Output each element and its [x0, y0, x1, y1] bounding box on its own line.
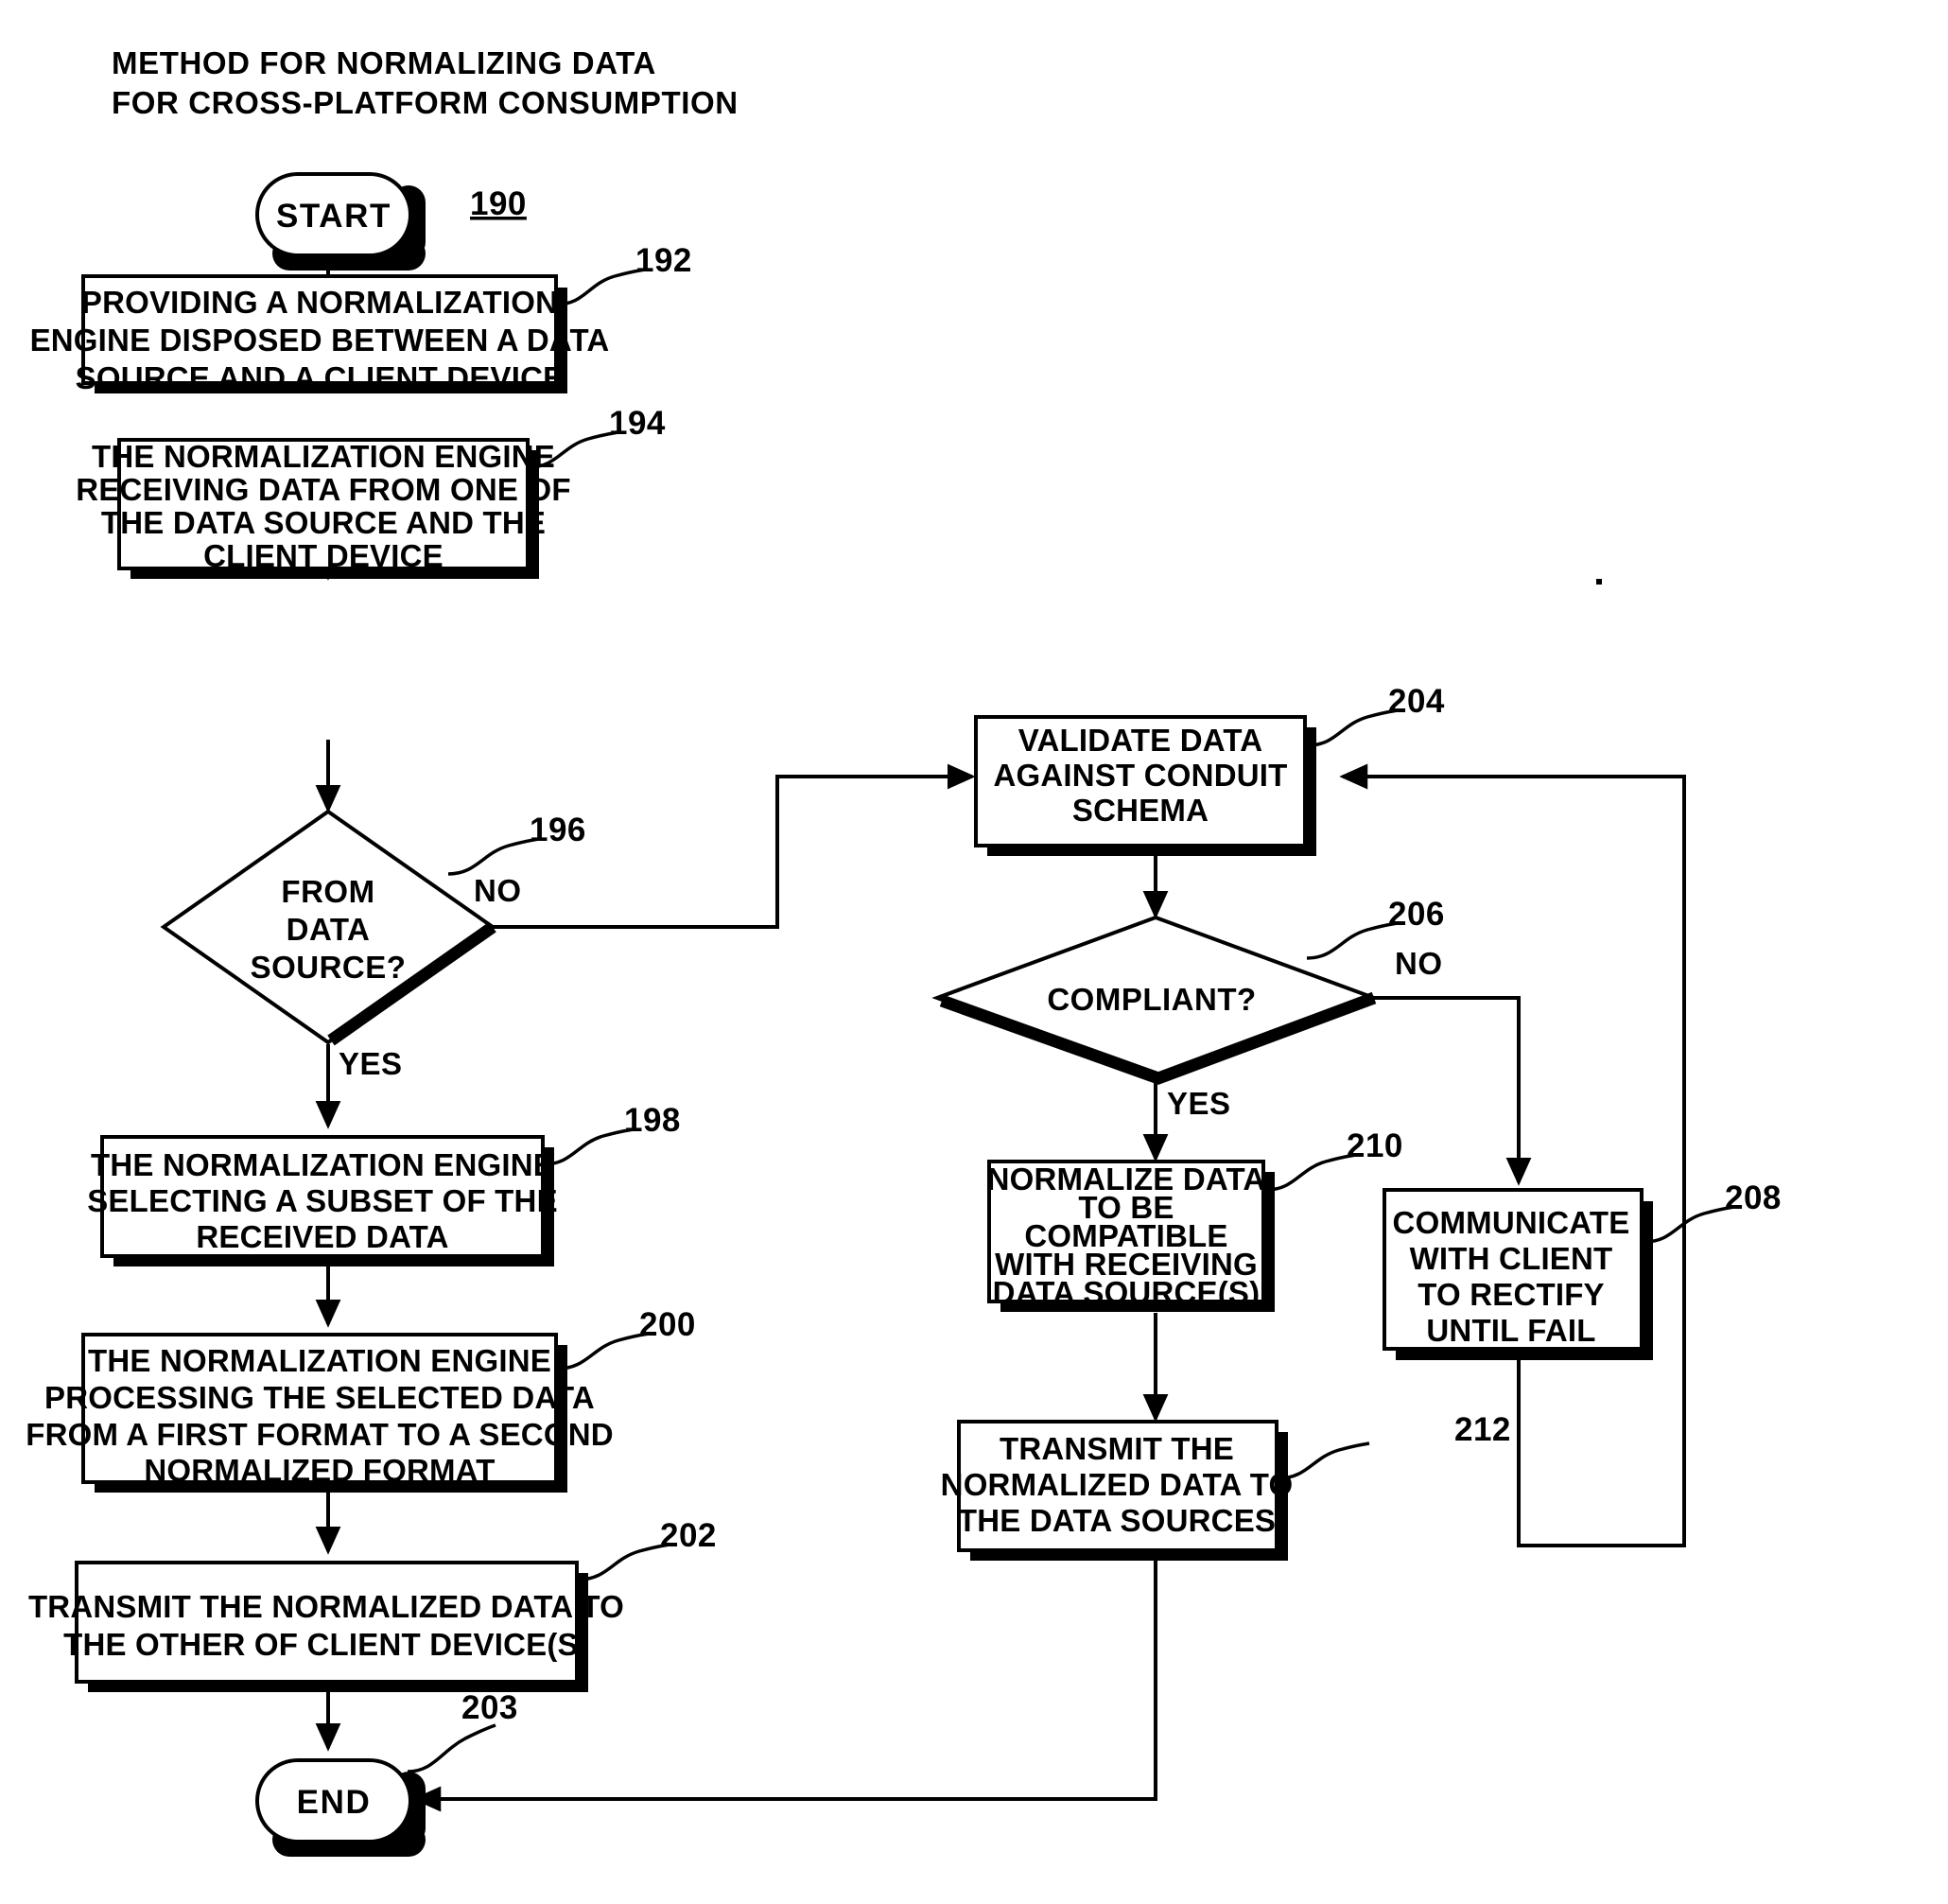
ref-208: 208: [1725, 1179, 1782, 1216]
diamond206-line-0: COMPLIANT?: [1047, 982, 1256, 1017]
box200-line-2: FROM A FIRST FORMAT TO A SECOND: [26, 1417, 614, 1452]
box210-line-4: DATA SOURCE(S): [993, 1275, 1261, 1310]
box192-line-2: SOURCE AND A CLIENT DEVICE: [76, 360, 565, 395]
ref-200: 200: [639, 1306, 696, 1343]
leader-203: [407, 1723, 496, 1773]
flowchart-canvas: METHOD FOR NORMALIZING DATA FOR CROSS-PL…: [26, 45, 1782, 1857]
box198-line-1: SELECTING A SUBSET OF THE: [87, 1183, 558, 1218]
figure-title-line1: METHOD FOR NORMALIZING DATA: [112, 45, 656, 80]
leader-198: [543, 1127, 635, 1166]
process-node-212: TRANSMIT THE NORMALIZED DATA TO THE DATA…: [941, 1420, 1294, 1561]
box194-line-1: RECEIVING DATA FROM ONE OF: [76, 472, 570, 507]
box212-line-0: TRANSMIT THE: [1000, 1431, 1234, 1466]
ref-202: 202: [660, 1517, 717, 1554]
ref-212: 212: [1454, 1411, 1511, 1448]
ref-210: 210: [1347, 1127, 1403, 1164]
leader-200: [557, 1332, 650, 1371]
leader-206: [1306, 921, 1399, 960]
branch-label-206-yes: YES: [1167, 1086, 1231, 1121]
box200-line-0: THE NORMALIZATION ENGINE: [88, 1343, 551, 1378]
branch-label-196-yes: YES: [339, 1046, 403, 1081]
diamond196-line-2: SOURCE?: [251, 950, 407, 985]
ref-203: 203: [461, 1689, 518, 1726]
leader-210: [1265, 1153, 1357, 1192]
ref-194: 194: [609, 405, 666, 442]
box208-line-2: TO RECTIFY: [1418, 1277, 1605, 1312]
box200-line-1: PROCESSING THE SELECTED DATA: [44, 1380, 595, 1415]
process-node-208: COMMUNICATE WITH CLIENT TO RECTIFY UNTIL…: [1383, 1188, 1653, 1360]
figure-ref-190: 190: [470, 185, 527, 222]
box198-line-2: RECEIVED DATA: [196, 1219, 448, 1254]
box212-line-2: THE DATA SOURCES: [958, 1503, 1276, 1538]
scan-speck: [1596, 579, 1602, 585]
box204-line-1: AGAINST CONDUIT: [994, 758, 1288, 793]
leader-192: [555, 268, 646, 306]
box208-line-1: WITH CLIENT: [1410, 1241, 1613, 1276]
box192-line-0: PROVIDING A NORMALIZATION: [81, 285, 558, 320]
end-terminal: END: [255, 1758, 426, 1857]
box212-line-1: NORMALIZED DATA TO: [941, 1467, 1294, 1502]
process-node-194: THE NORMALIZATION ENGINE RECEIVING DATA …: [76, 438, 571, 579]
ref-196: 196: [530, 812, 586, 848]
ref-204: 204: [1388, 683, 1445, 720]
branch-label-196-no: NO: [474, 873, 522, 908]
process-node-198: THE NORMALIZATION ENGINE SELECTING A SUB…: [87, 1135, 558, 1266]
start-label: START: [276, 198, 391, 235]
box194-line-3: CLIENT DEVICE: [203, 538, 444, 573]
ref-206: 206: [1388, 896, 1445, 933]
process-node-192: PROVIDING A NORMALIZATION ENGINE DISPOSE…: [30, 274, 610, 395]
box202-line-0: TRANSMIT THE NORMALIZED DATA TO: [28, 1589, 624, 1624]
start-terminal: START: [255, 172, 426, 271]
box200-line-3: NORMALIZED FORMAT: [144, 1453, 495, 1488]
leader-204: [1307, 708, 1399, 747]
connector-196-no-to-204: [493, 763, 976, 929]
leader-196: [447, 837, 540, 876]
end-label: END: [297, 1784, 372, 1821]
box198-line-0: THE NORMALIZATION ENGINE: [91, 1147, 554, 1182]
box208-line-0: COMMUNICATE: [1393, 1205, 1630, 1240]
diamond196-line-1: DATA: [287, 912, 371, 947]
process-node-210: NORMALIZE DATA TO BE COMPATIBLE WITH REC…: [987, 1160, 1275, 1312]
process-node-200: THE NORMALIZATION ENGINE PROCESSING THE …: [26, 1333, 614, 1493]
process-node-204: VALIDATE DATA AGAINST CONDUIT SCHEMA: [974, 715, 1316, 856]
ref-192: 192: [635, 242, 692, 279]
figure-title-line2: FOR CROSS-PLATFORM CONSUMPTION: [112, 85, 739, 120]
box202-line-1: THE OTHER OF CLIENT DEVICE(S): [63, 1627, 589, 1662]
branch-label-206-no: NO: [1395, 946, 1443, 981]
box192-line-1: ENGINE DISPOSED BETWEEN A DATA: [30, 323, 610, 358]
process-node-202: TRANSMIT THE NORMALIZED DATA TO THE OTHE…: [28, 1561, 624, 1692]
leader-208: [1644, 1205, 1735, 1244]
diamond196-line-0: FROM: [281, 874, 374, 909]
box208-line-3: UNTIL FAIL: [1426, 1313, 1595, 1348]
box204-line-0: VALIDATE DATA: [1018, 723, 1263, 758]
box204-line-2: SCHEMA: [1072, 793, 1209, 828]
ref-198: 198: [624, 1102, 681, 1139]
patent-figure: METHOD FOR NORMALIZING DATA FOR CROSS-PL…: [0, 0, 1948, 1904]
decision-node-196: FROM DATA SOURCE?: [160, 809, 496, 1046]
box194-line-0: THE NORMALIZATION ENGINE: [92, 439, 555, 474]
leader-202: [578, 1543, 670, 1581]
box194-line-2: THE DATA SOURCE AND THE: [101, 505, 546, 540]
decision-node-206: COMPLIANT?: [931, 915, 1380, 1085]
